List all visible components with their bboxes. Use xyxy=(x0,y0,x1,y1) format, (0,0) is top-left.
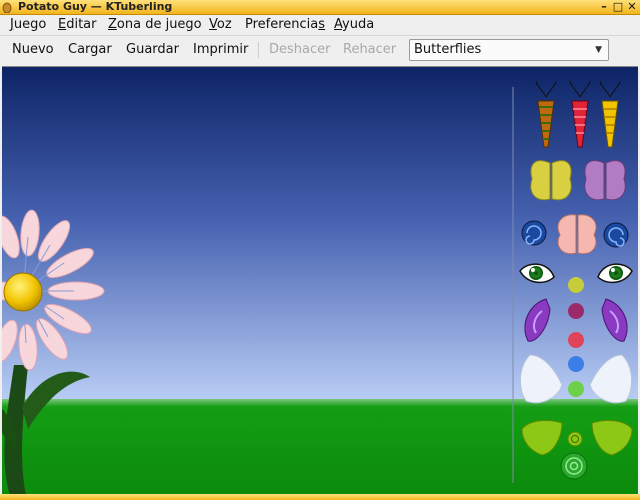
spiral-blue-right-piece[interactable] xyxy=(603,222,629,248)
spiral-green-large-piece[interactable] xyxy=(560,452,588,480)
dot-blue-piece[interactable] xyxy=(568,356,584,372)
menu-mnemonic: s xyxy=(318,17,326,32)
potato-app-icon xyxy=(2,2,12,13)
toolbar-separator xyxy=(258,42,259,58)
menu-editar[interactable]: Editar xyxy=(58,17,97,33)
playground-area[interactable] xyxy=(2,66,638,495)
redo-button[interactable]: Rehacer xyxy=(343,42,396,58)
minimize-icon[interactable]: – xyxy=(598,1,610,13)
playground-scene xyxy=(2,67,638,495)
spiral-green-small-piece[interactable] xyxy=(567,431,583,447)
load-button[interactable]: Cargar xyxy=(68,42,112,58)
menu-mnemonic: E xyxy=(58,17,67,32)
dot-green-piece[interactable] xyxy=(568,381,584,397)
menu-voz[interactable]: Voz xyxy=(209,17,232,33)
menu-mnemonic: J xyxy=(10,17,14,32)
new-button[interactable]: Nuevo xyxy=(12,42,54,58)
menu-mnemonic: V xyxy=(209,17,217,32)
window-titlebar[interactable]: Potato Guy — KTuberling – □ ✕ xyxy=(0,0,640,15)
menu-juego[interactable]: Juego xyxy=(10,17,46,33)
print-button[interactable]: Imprimir xyxy=(193,42,248,58)
playground-select-value: Butterflies xyxy=(414,42,482,57)
menu-mnemonic: Z xyxy=(108,17,117,32)
menu-mnemonic: A xyxy=(334,17,343,32)
dot-magenta-piece[interactable] xyxy=(568,303,584,319)
chevron-down-icon[interactable]: ▼ xyxy=(595,42,602,58)
menu-bar: Juego Editar Zona de juego Voz Preferenc… xyxy=(0,15,640,36)
dot-lime-piece[interactable] xyxy=(568,277,584,293)
menu-ayuda[interactable]: Ayuda xyxy=(334,17,374,33)
spiral-blue-left-piece[interactable] xyxy=(521,220,547,246)
menu-preferencias[interactable]: Preferencias xyxy=(245,17,325,33)
window-bottom-border xyxy=(0,494,640,500)
undo-button[interactable]: Deshacer xyxy=(269,42,330,58)
save-button[interactable]: Guardar xyxy=(126,42,179,58)
menu-zona-de-juego[interactable]: Zona de juego xyxy=(108,17,202,33)
playground-select[interactable]: Butterflies ▼ xyxy=(409,39,609,61)
dot-red-piece[interactable] xyxy=(568,332,584,348)
maximize-icon[interactable]: □ xyxy=(612,1,624,13)
window-title: Potato Guy — KTuberling xyxy=(18,0,173,13)
close-icon[interactable]: ✕ xyxy=(626,1,638,13)
